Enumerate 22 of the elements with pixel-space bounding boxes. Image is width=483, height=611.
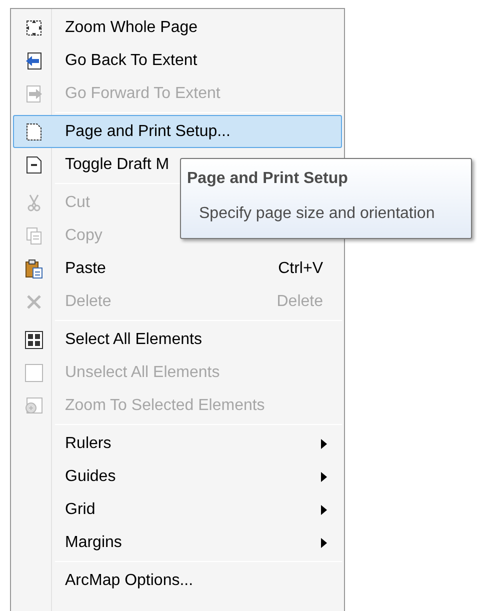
- menu-item[interactable]: Page and Print Setup...: [13, 115, 342, 148]
- page-icon: [24, 154, 44, 174]
- tooltip-title: Page and Print Setup: [187, 169, 349, 189]
- menu-item[interactable]: Select All Elements: [13, 323, 342, 356]
- empty-square-icon: [24, 362, 44, 382]
- menu-item[interactable]: Paste Ctrl+V: [13, 252, 342, 285]
- menu-item[interactable]: Guides: [13, 460, 342, 493]
- menu-item[interactable]: Margins: [13, 526, 342, 559]
- clipboard-icon: [24, 258, 44, 278]
- page-icon: [24, 122, 44, 142]
- copy-icon: [24, 226, 44, 246]
- menu-item[interactable]: Rulers: [13, 427, 342, 460]
- menu-item[interactable]: Grid: [13, 493, 342, 526]
- menu-item[interactable]: Zoom Whole Page: [13, 11, 342, 44]
- select-all-icon: [24, 330, 44, 350]
- back-arrow-icon: [24, 50, 44, 70]
- menu-item[interactable]: Go Back To Extent: [13, 44, 342, 77]
- zoom-selected-icon: [24, 396, 44, 416]
- tooltip-description: Specify page size and orientation: [199, 204, 436, 224]
- menu-item[interactable]: ArcMap Options...: [13, 564, 342, 597]
- forward-arrow-icon: [24, 84, 44, 104]
- zoom-full-icon: [24, 18, 44, 38]
